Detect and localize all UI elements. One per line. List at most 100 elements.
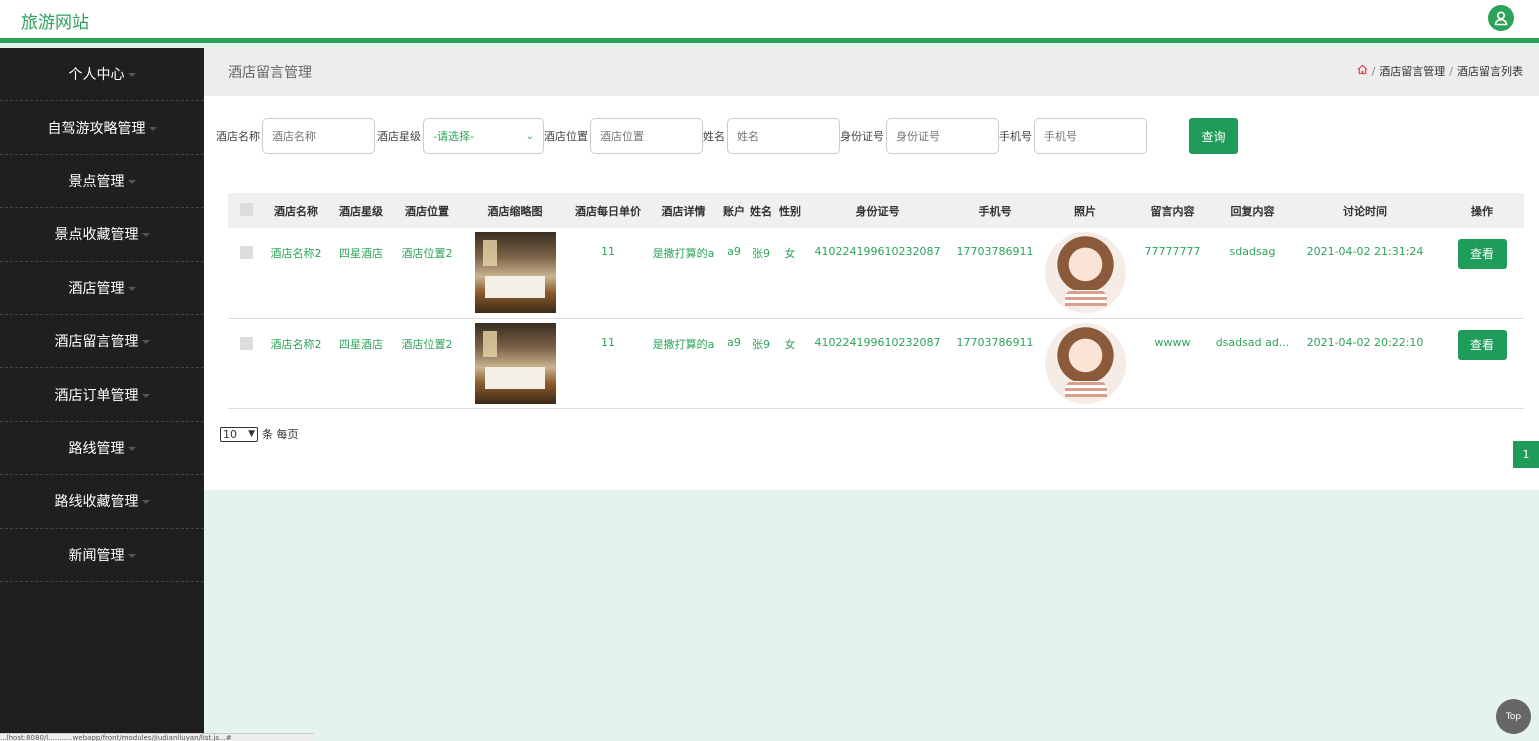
cell-hotel-name: 酒店名称2: [264, 228, 328, 319]
cell-price: 11: [570, 228, 646, 319]
sidebar: 个人中心 自驾游攻略管理 景点管理 景点收藏管理 酒店管理 酒店留言管理 酒店订…: [0, 48, 204, 741]
top-bar: 旅游网站: [0, 0, 1539, 43]
chevron-down-icon: [141, 233, 150, 238]
chevron-down-icon: [127, 553, 136, 558]
cell-phone: 17703786911: [950, 318, 1040, 409]
breadcrumb: / 酒店留言管理 / 酒店留言列表: [1357, 63, 1523, 79]
breadcrumb-bar: 酒店留言管理 / 酒店留言管理 / 酒店留言列表: [204, 48, 1539, 96]
col-thumbnail: 酒店缩略图: [460, 193, 570, 228]
col-account[interactable]: 账户: [721, 193, 747, 228]
chevron-down-icon: [148, 126, 157, 131]
view-button[interactable]: 查看: [1457, 239, 1507, 269]
col-reply[interactable]: 回复内容: [1215, 193, 1290, 228]
col-gender[interactable]: 性别: [775, 193, 805, 228]
sidebar-item-news[interactable]: 新闻管理: [0, 529, 204, 582]
page-number-current[interactable]: 1: [1513, 441, 1539, 468]
location-label: 酒店位置: [544, 130, 588, 143]
chevron-down-icon: [127, 446, 136, 451]
chevron-down-icon: [127, 179, 136, 184]
cell-account: a9: [721, 228, 747, 319]
name-label: 姓名: [703, 130, 725, 143]
breadcrumb-link-messages[interactable]: 酒店留言管理: [1379, 63, 1445, 79]
table-row: 酒店名称2 四星酒店 酒店位置2 11 是撒打算的a a9 张9 女 41022…: [228, 228, 1524, 319]
page-size-select[interactable]: 10 ▼: [220, 426, 258, 442]
col-idcard[interactable]: 身份证号: [805, 193, 950, 228]
col-message[interactable]: 留言内容: [1130, 193, 1215, 228]
chevron-down-icon: [127, 73, 136, 78]
chevron-down-icon: ⌄: [525, 130, 534, 142]
cell-location: 酒店位置2: [394, 228, 460, 319]
home-icon[interactable]: [1357, 64, 1368, 78]
hotel-thumbnail: [474, 232, 556, 313]
chevron-down-icon: [127, 286, 136, 291]
status-bar-url: ...lhost:8080/l...........webapp/front/m…: [0, 733, 314, 741]
cell-name: 张9: [747, 318, 775, 409]
search-form: 酒店名称 酒店星级 -请选择-⌄ 酒店位置 姓名 身份证号 手机号: [216, 118, 1147, 154]
sidebar-item-self-drive-guide[interactable]: 自驾游攻略管理: [0, 101, 204, 155]
col-phone[interactable]: 手机号: [950, 193, 1040, 228]
page-size-control: 10 ▼ 条 每页: [220, 426, 299, 442]
cell-gender: 女: [775, 228, 805, 319]
hotel-name-input[interactable]: [262, 118, 375, 154]
cell-phone: 17703786911: [950, 228, 1040, 319]
star-select[interactable]: -请选择- ⌄: [423, 118, 544, 154]
sidebar-item-hotels[interactable]: 酒店管理: [0, 262, 204, 315]
cell-gender: 女: [775, 318, 805, 409]
cell-reply: sdadsag: [1215, 228, 1290, 319]
sidebar-item-scenic-favorites[interactable]: 景点收藏管理: [0, 208, 204, 262]
table-header: 酒店名称 酒店星级 酒店位置 酒店缩略图 酒店每日单价 酒店详情 账户 姓名 性…: [228, 193, 1524, 228]
col-price[interactable]: 酒店每日单价: [570, 193, 646, 228]
chevron-down-icon: [141, 340, 150, 345]
select-all-checkbox[interactable]: [239, 202, 253, 216]
page-size-suffix: 条 每页: [262, 428, 299, 441]
cell-time: 2021-04-02 20:22:10: [1290, 318, 1440, 409]
chevron-down-icon: [141, 393, 150, 398]
chevron-down-icon: ▼: [248, 429, 255, 439]
sidebar-item-hotel-messages[interactable]: 酒店留言管理: [0, 315, 204, 369]
query-button[interactable]: 查询: [1189, 118, 1238, 154]
idcard-label: 身份证号: [840, 130, 884, 143]
idcard-input[interactable]: [886, 118, 999, 154]
user-icon[interactable]: [1488, 5, 1514, 31]
cell-name: 张9: [747, 228, 775, 319]
hotel-name-label: 酒店名称: [216, 130, 260, 143]
col-time[interactable]: 讨论时间: [1290, 193, 1440, 228]
cell-message: wwww: [1130, 318, 1215, 409]
sidebar-item-scenic-spots[interactable]: 景点管理: [0, 155, 204, 209]
sidebar-item-personal-center[interactable]: 个人中心: [0, 48, 204, 102]
col-star[interactable]: 酒店星级: [328, 193, 394, 228]
cell-location: 酒店位置2: [394, 318, 460, 409]
name-input[interactable]: [727, 118, 840, 154]
cell-reply: dsadsad ad...: [1215, 318, 1290, 409]
back-to-top-button[interactable]: Top: [1496, 699, 1531, 734]
sidebar-item-routes[interactable]: 路线管理: [0, 422, 204, 476]
page-title: 酒店留言管理: [228, 65, 312, 81]
phone-label: 手机号: [999, 130, 1032, 143]
sidebar-item-route-favorites[interactable]: 路线收藏管理: [0, 475, 204, 529]
cell-detail: 是撒打算的a: [646, 228, 721, 319]
col-actions: 操作: [1440, 193, 1524, 228]
cell-time: 2021-04-02 21:31:24: [1290, 228, 1440, 319]
col-photo: 照片: [1040, 193, 1130, 228]
cell-account: a9: [721, 318, 747, 409]
chevron-down-icon: [141, 500, 150, 505]
site-title[interactable]: 旅游网站: [21, 8, 89, 33]
view-button[interactable]: 查看: [1457, 329, 1507, 360]
row-checkbox[interactable]: [239, 336, 253, 350]
user-photo: [1044, 232, 1126, 313]
sidebar-item-hotel-orders[interactable]: 酒店订单管理: [0, 368, 204, 422]
phone-input[interactable]: [1034, 118, 1147, 154]
cell-star: 四星酒店: [328, 228, 394, 319]
row-checkbox[interactable]: [239, 246, 253, 259]
hotel-thumbnail: [474, 322, 556, 404]
cell-idcard: 410224199610232087: [805, 318, 950, 409]
main-panel: 酒店留言管理 / 酒店留言管理 / 酒店留言列表 酒店名称 酒店星级 -请选择-…: [204, 48, 1539, 490]
location-input[interactable]: [590, 118, 703, 154]
cell-star: 四星酒店: [328, 318, 394, 409]
table-row: 酒店名称2 四星酒店 酒店位置2 11 是撒打算的a a9 张9 女 41022…: [228, 318, 1524, 409]
col-location[interactable]: 酒店位置: [394, 193, 460, 228]
col-name[interactable]: 姓名: [747, 193, 775, 228]
cell-hotel-name: 酒店名称2: [264, 318, 328, 409]
cell-message: 77777777: [1130, 228, 1215, 319]
col-hotel-name[interactable]: 酒店名称: [264, 193, 328, 228]
